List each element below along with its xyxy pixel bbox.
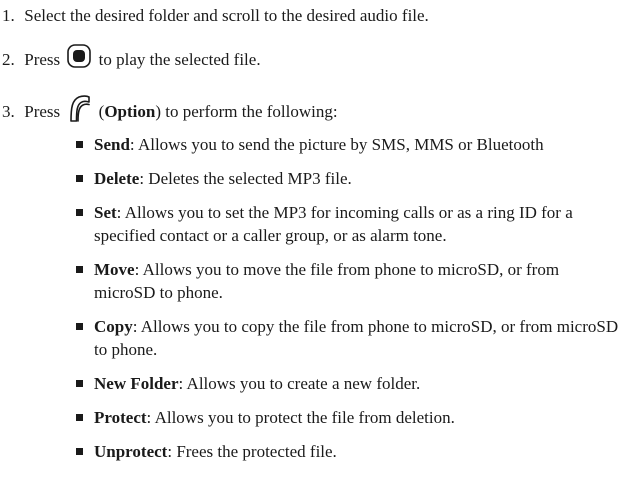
option-term: Unprotect [94, 442, 168, 461]
option-softkey-label: Option [104, 101, 156, 121]
step-2: 2. Press to play the selected file. [2, 44, 261, 76]
bullet-icon [76, 209, 83, 216]
option-softkey-icon [67, 94, 91, 128]
option-description: : Allows you to send the picture by SMS,… [129, 135, 544, 154]
manual-page: 1. Select the desired folder and scroll … [0, 0, 630, 481]
bullet-icon [76, 266, 83, 273]
bullet-icon [76, 141, 83, 148]
option-description: : Allows you to create a new folder. [178, 374, 421, 393]
option-term: Set [94, 203, 117, 222]
step-number: 1. [2, 6, 15, 25]
step-text-before: Press [24, 49, 61, 69]
step-text-after: to play the selected file. [98, 49, 261, 69]
step-number: 3. [2, 101, 15, 121]
step-1: 1. Select the desired folder and scroll … [2, 4, 429, 27]
bullet-icon [76, 380, 83, 387]
step-text: Select the desired folder and scroll to … [24, 6, 429, 25]
option-description: : Allows you to set the MP3 for incoming… [94, 203, 573, 245]
step-text-after: ) to perform the following: [155, 101, 338, 121]
option-term: Send [94, 135, 130, 154]
center-key-icon [67, 44, 92, 74]
option-term: Move [94, 260, 135, 279]
option-term: New Folder [94, 374, 179, 393]
option-description: : Deletes the selected MP3 file. [139, 169, 352, 188]
bullet-icon [76, 323, 83, 330]
step-text-before: Press [24, 101, 61, 121]
option-description: : Allows you to protect the file from de… [146, 408, 455, 427]
option-description: : Allows you to copy the file from phone… [94, 317, 619, 359]
option-term: Protect [94, 408, 147, 427]
option-term: Copy [94, 317, 133, 336]
bullet-icon [76, 448, 83, 455]
bullet-icon [76, 414, 83, 421]
option-term: Delete [94, 169, 140, 188]
step-3: 3. Press (Option) to perform the followi… [2, 94, 338, 130]
option-description: : Allows you to move the file from phone… [94, 260, 560, 302]
step-number: 2. [2, 49, 15, 69]
bullet-icon [76, 175, 83, 182]
option-description: : Frees the protected file. [167, 442, 337, 461]
